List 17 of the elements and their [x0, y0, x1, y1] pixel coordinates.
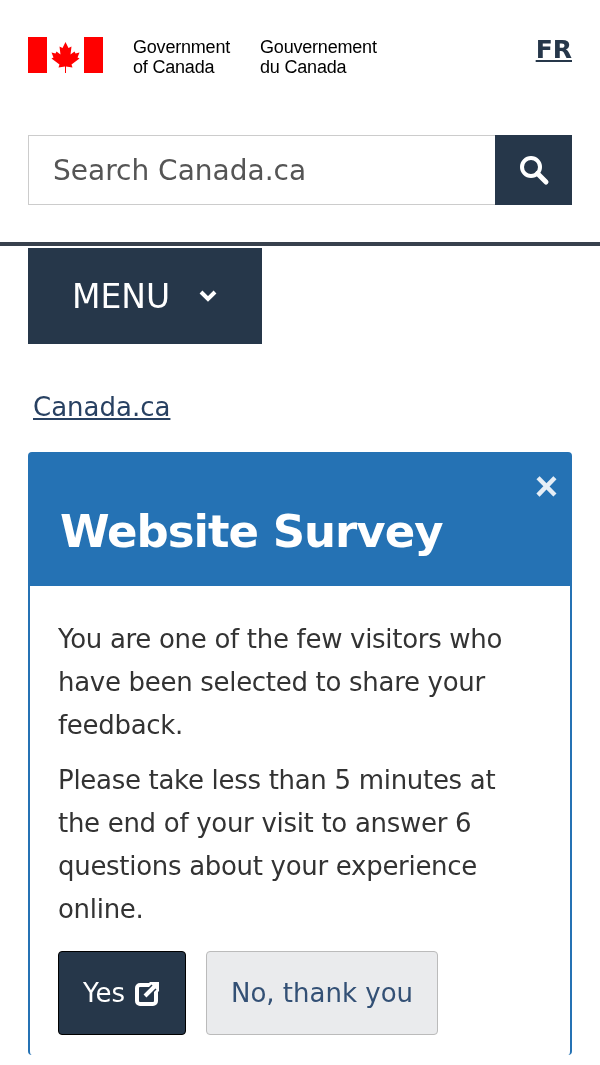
- signature-text: Government of Canada: [133, 37, 231, 77]
- close-button[interactable]: ×: [534, 466, 558, 506]
- signature-text: Gouvernement du Canada: [260, 37, 377, 77]
- menu-button[interactable]: MENU: [28, 248, 262, 344]
- flag-icon: [28, 37, 103, 73]
- chevron-icon: [198, 289, 219, 303]
- search-icon: [517, 154, 550, 186]
- decline-button[interactable]: No, thank you: [206, 951, 439, 1035]
- dialog-text: Please take less than 5 minutes at the end of your visit to answer 6 questions about your experience online.: [58, 764, 497, 926]
- dialog-title: Website Survey: [60, 504, 444, 560]
- dialog-text: You are one of the few visitors who have been selected to share your feedback.: [58, 623, 504, 742]
- search-button[interactable]: [495, 135, 572, 205]
- language-link[interactable]: FR: [535, 35, 572, 64]
- search-field[interactable]: Search Canada.ca: [28, 135, 495, 205]
- external-link-icon: [135, 980, 161, 1006]
- breadcrumb-link[interactable]: Canada.ca: [33, 392, 171, 422]
- yes-button[interactable]: Yes: [58, 951, 186, 1035]
